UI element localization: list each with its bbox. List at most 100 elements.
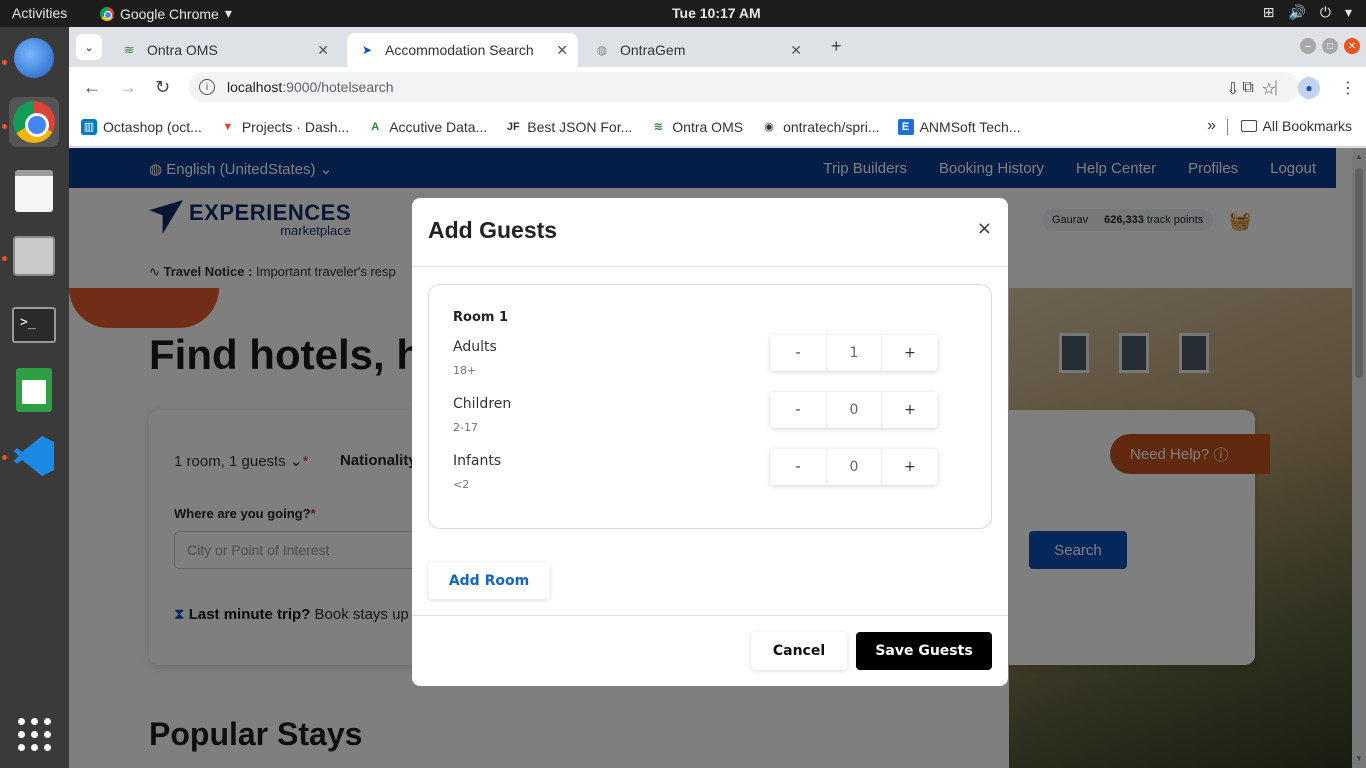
dock-vscode[interactable] <box>9 431 59 481</box>
adults-hint: 18+ <box>453 364 477 377</box>
children-increment-button[interactable]: + <box>882 392 938 428</box>
vscode-icon <box>14 436 54 476</box>
new-tab-button[interactable]: + <box>831 36 842 57</box>
thunderbird-icon <box>14 38 54 78</box>
app-menu[interactable]: Google Chrome ▾ <box>100 5 232 22</box>
accutive-icon: A <box>371 120 380 133</box>
address-bar[interactable]: i localhost:9000/hotelsearch <box>189 72 1299 102</box>
chrome-icon <box>100 6 114 21</box>
spreadsheet-icon <box>16 368 52 412</box>
running-indicator <box>2 60 7 65</box>
tab-ontra-oms[interactable]: ≋ Ontra OMS ✕ <box>109 33 339 67</box>
dock-thunderbird[interactable] <box>9 33 59 83</box>
bookmark-item[interactable]: ▥ Octashop (oct... <box>81 118 202 135</box>
chrome-icon <box>13 101 55 143</box>
tab-label: Ontra OMS <box>147 42 218 58</box>
site-info-icon[interactable]: i <box>199 79 215 95</box>
volume-icon[interactable]: 🔊 <box>1288 4 1305 21</box>
close-icon[interactable]: ✕ <box>317 42 329 59</box>
infants-stepper: - 0 + <box>770 449 938 485</box>
window-controls: – □ ✕ <box>1300 38 1360 54</box>
toolbar-right: ⧉ | ● ⋮ <box>1242 77 1356 99</box>
back-icon[interactable]: ← <box>83 77 101 98</box>
tab-accommodation-search[interactable]: ➤ Accommodation Search ✕ <box>347 33 578 67</box>
dock-text-editor[interactable] <box>9 166 59 216</box>
infants-increment-button[interactable]: + <box>882 449 938 485</box>
maximize-icon[interactable]: □ <box>1322 38 1338 54</box>
tab-label: Accommodation Search <box>385 42 534 58</box>
power-icon[interactable]: ⏻ <box>1320 4 1331 21</box>
experiences-favicon: ➤ <box>361 43 373 57</box>
activities-button[interactable]: Activities <box>12 5 67 21</box>
running-indicator <box>2 256 7 261</box>
dialog-header: Add Guests × <box>412 198 1008 267</box>
children-stepper: - 0 + <box>770 392 938 428</box>
bookmark-item[interactable]: ◉ ontratech/spri... <box>761 119 879 135</box>
adults-count[interactable]: 1 <box>826 335 882 371</box>
more-bookmarks-icon[interactable]: » <box>1207 117 1216 135</box>
install-app-icon[interactable]: ⇩ <box>1226 79 1239 99</box>
clock[interactable]: Tue 10:17 AM <box>672 5 761 21</box>
forward-icon[interactable]: → <box>119 77 137 98</box>
system-tray[interactable]: ⊞ 🔊 ⏻ ▾ <box>1263 4 1352 21</box>
add-room-button[interactable]: Add Room <box>428 563 550 599</box>
children-label: Children <box>453 396 512 412</box>
page-viewport: ◍ English (UnitedStates) ⌄ Trip Builders… <box>69 148 1366 768</box>
close-icon[interactable]: ✕ <box>790 42 802 59</box>
close-icon[interactable]: ✕ <box>556 42 568 59</box>
dock-spreadsheet[interactable] <box>9 365 59 415</box>
terminal-icon: >_ <box>12 307 56 343</box>
children-count[interactable]: 0 <box>826 392 882 428</box>
children-hint: 2-17 <box>453 421 478 434</box>
cancel-button[interactable]: Cancel <box>751 632 847 670</box>
ontra-icon: ≋ <box>653 121 663 133</box>
tab-strip: ⌄ ≋ Ontra OMS ✕ ➤ Accommodation Search ✕… <box>69 27 1366 67</box>
minimize-icon[interactable]: – <box>1300 38 1316 54</box>
url-path: :9000/hotelsearch <box>282 79 394 95</box>
dialog-title: Add Guests <box>428 217 558 243</box>
bookmark-item[interactable]: ≋ Ontra OMS <box>650 119 743 135</box>
tab-label: OntraGem <box>620 42 686 58</box>
all-bookmarks-button[interactable]: All Bookmarks <box>1240 118 1352 134</box>
save-guests-button[interactable]: Save Guests <box>856 632 992 670</box>
tab-search-button[interactable]: ⌄ <box>76 34 102 60</box>
browser-window: ⌄ ≋ Ontra OMS ✕ ➤ Accommodation Search ✕… <box>69 27 1366 768</box>
close-window-icon[interactable]: ✕ <box>1344 38 1360 54</box>
running-indicator <box>2 455 7 460</box>
adults-label: Adults <box>453 339 497 355</box>
room-title: Room 1 <box>453 310 508 325</box>
profile-avatar-icon[interactable]: ● <box>1298 77 1320 99</box>
infants-count[interactable]: 0 <box>826 449 882 485</box>
children-decrement-button[interactable]: - <box>770 392 826 428</box>
anmsoft-icon: E <box>897 118 914 135</box>
tab-ontragem[interactable]: ◍ OntraGem ✕ <box>582 33 812 67</box>
bookmarks-bar: ▥ Octashop (oct... ▼ Projects · Dash... AA… <box>69 107 1366 147</box>
reload-icon[interactable]: ↻ <box>155 77 170 98</box>
adults-stepper: - 1 + <box>770 335 938 371</box>
app-grid-icon <box>17 717 51 751</box>
infants-decrement-button[interactable]: - <box>770 449 826 485</box>
close-icon[interactable]: × <box>977 218 992 239</box>
chevron-down-icon[interactable]: ▾ <box>1345 4 1352 21</box>
menu-kebab-icon[interactable]: ⋮ <box>1340 78 1356 98</box>
dock-files[interactable] <box>9 231 59 281</box>
infants-hint: <2 <box>453 478 470 491</box>
room-card: Room 1 Adults 18+ - 1 + Children 2-17 - … <box>428 284 992 529</box>
bookmark-item[interactable]: JF Best JSON For... <box>505 119 632 135</box>
adults-decrement-button[interactable]: - <box>770 335 826 371</box>
dock-chrome[interactable] <box>9 97 59 147</box>
gitlab-icon: ▼ <box>222 120 234 133</box>
bookmark-item[interactable]: A Accutive Data... <box>367 119 487 135</box>
files-icon <box>13 236 55 276</box>
dock-show-apps[interactable] <box>9 709 59 759</box>
bookmark-item[interactable]: ▼ Projects · Dash... <box>220 119 349 135</box>
network-icon[interactable]: ⊞ <box>1263 4 1275 21</box>
extensions-icon[interactable]: ⧉ <box>1242 79 1253 97</box>
dock-terminal[interactable]: >_ <box>9 300 59 350</box>
bookmarks-separator <box>1227 119 1228 135</box>
adults-increment-button[interactable]: + <box>882 335 938 371</box>
bookmark-item[interactable]: E ANMSoft Tech... <box>897 118 1020 135</box>
add-guests-dialog: Add Guests × Room 1 Adults 18+ - 1 + Chi… <box>412 198 1008 686</box>
running-indicator <box>2 124 7 129</box>
browser-toolbar: ← → ↻ i localhost:9000/hotelsearch ⇩ ☆ ⧉… <box>69 67 1366 107</box>
